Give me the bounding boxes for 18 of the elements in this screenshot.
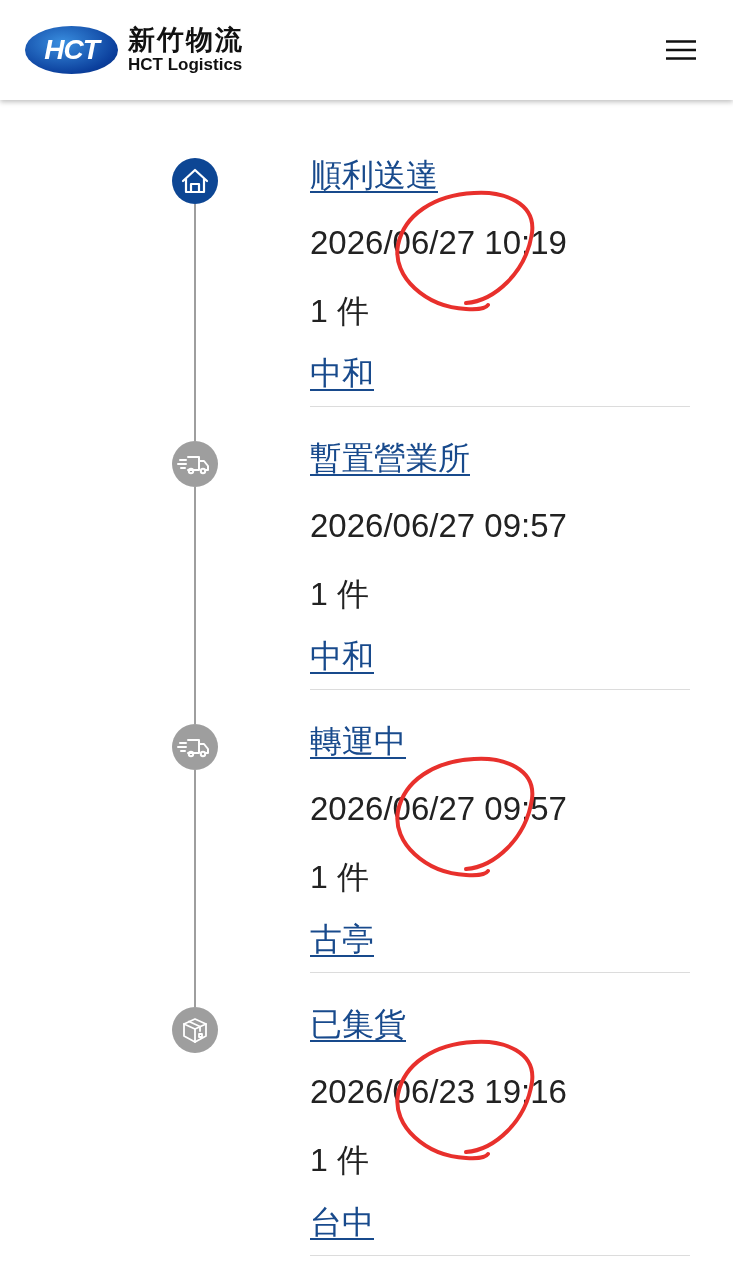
menu-icon [666,40,696,60]
location-link[interactable]: 台中 [310,1201,374,1242]
location-link[interactable]: 古亭 [310,918,374,959]
brand-logo[interactable]: HCT [25,26,118,74]
menu-button[interactable] [665,37,697,63]
location-link[interactable]: 中和 [310,635,374,676]
item-count: 1 件 [310,292,369,331]
item-count: 1 件 [310,575,369,614]
item-count: 1 件 [310,1141,369,1180]
status-link[interactable]: 轉運中 [310,721,406,761]
brand-name: 新竹物流 [128,25,244,55]
status-link[interactable]: 順利送達 [310,155,438,195]
event-time: 2026/06/27 09:57 [310,506,567,546]
location-link[interactable]: 中和 [310,352,374,393]
status-link[interactable]: 暫置營業所 [310,438,470,478]
status-link[interactable]: 已集貨 [310,1004,406,1044]
item-count: 1 件 [310,858,369,897]
brand-subtitle: HCT Logistics [128,55,244,75]
